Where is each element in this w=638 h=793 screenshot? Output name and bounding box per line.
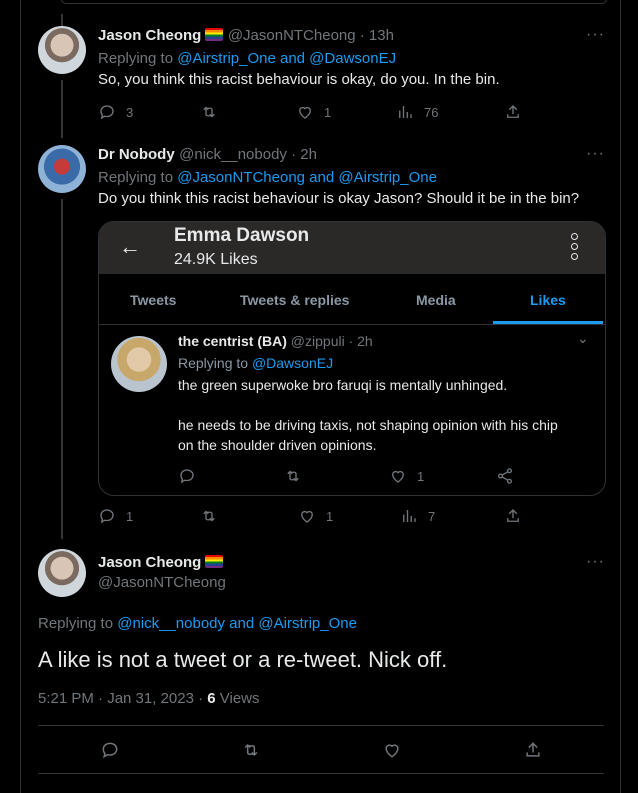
author-name[interactable]: Jason Cheong <box>98 27 201 44</box>
author-name[interactable]: Jason Cheong <box>98 554 201 571</box>
analytics-icon <box>403 510 416 522</box>
embed-tabs: Tweets Tweets & replies Media Likes <box>99 274 605 325</box>
reply-icon <box>100 105 114 120</box>
reply-icon <box>102 742 118 759</box>
like-button[interactable]: 1 <box>296 103 331 121</box>
retweet-icon <box>244 743 258 757</box>
analytics-icon <box>399 106 412 118</box>
thread-line <box>61 14 63 26</box>
tab-tweets-replies: Tweets & replies <box>240 292 350 308</box>
share-nodes-icon <box>497 468 513 484</box>
more-options-icon[interactable]: ··· <box>586 553 605 571</box>
retweet-button[interactable] <box>241 740 261 760</box>
share-button[interactable] <box>504 507 522 525</box>
inner-like: 1 <box>389 467 424 485</box>
tweet-text: Do you think this racist behaviour is ok… <box>98 190 580 207</box>
avatar[interactable] <box>38 549 86 597</box>
retweet-icon <box>203 106 215 118</box>
more-options-icon[interactable]: ··· <box>586 26 605 44</box>
inner-avatar <box>111 336 167 392</box>
attached-screenshot[interactable]: ← Emma Dawson 24.9K Likes Tweets Tweets … <box>98 221 606 496</box>
replying-links[interactable]: @nick__nobody and @Airstrip_One <box>117 615 357 632</box>
author-name[interactable]: Dr Nobody <box>98 146 175 163</box>
avatar[interactable] <box>38 26 86 74</box>
replying-links[interactable]: @Airstrip_One and @DawsonEJ <box>177 50 396 67</box>
inner-like-count: 1 <box>417 468 425 484</box>
reply-count: 3 <box>126 104 134 120</box>
inner-text-line-3: on the shoulder driven opinions. <box>178 437 377 453</box>
retweet-button[interactable] <box>200 507 218 525</box>
reply-button[interactable]: 3 <box>98 103 133 121</box>
share-button[interactable] <box>523 740 543 760</box>
heart-icon <box>392 470 404 483</box>
more-options-icon[interactable]: ··· <box>586 145 605 163</box>
author-handle[interactable]: @nick__nobody · 2h <box>179 146 317 163</box>
like-count: 1 <box>326 508 334 524</box>
replying-links[interactable]: @JasonNTCheong and @Airstrip_One <box>177 169 437 186</box>
like-button[interactable] <box>382 740 402 760</box>
views-count: 6 <box>207 690 216 707</box>
retweet-button[interactable] <box>200 103 218 121</box>
inner-author-handle: @zippuli · 2h <box>290 333 373 349</box>
kebab-menu-icon <box>571 233 578 260</box>
share-icon <box>526 742 540 757</box>
inner-replying-link: @DawsonEJ <box>251 355 334 371</box>
views-button[interactable]: 7 <box>400 507 435 525</box>
like-count: 1 <box>324 104 332 120</box>
views-button[interactable]: 76 <box>396 103 438 121</box>
tweet-text: A like is not a tweet or a re-tweet. Nic… <box>38 647 448 672</box>
views-label: Views <box>215 690 260 707</box>
like-button[interactable]: 1 <box>298 507 333 525</box>
profile-name: Emma Dawson <box>174 225 310 246</box>
heart-icon <box>385 744 399 758</box>
author-handle[interactable]: @JasonNTCheong · 13h <box>228 27 394 44</box>
reply-icon <box>100 509 114 524</box>
tab-media: Media <box>416 292 456 308</box>
rainbow-flag-icon <box>205 28 224 41</box>
retweet-icon <box>203 510 215 522</box>
previous-card-edge <box>60 0 608 4</box>
timestamp[interactable]: 5:21 PM · Jan 31, 2023 · <box>38 690 207 707</box>
reply-count: 1 <box>126 508 134 524</box>
tab-likes: Likes <box>530 292 566 308</box>
active-tab-indicator <box>493 321 603 324</box>
reply-button[interactable]: 1 <box>98 507 133 525</box>
heart-icon <box>301 510 313 523</box>
heart-icon <box>299 106 311 119</box>
inner-text-line-2: he needs to be driving taxis, not shapin… <box>178 417 558 433</box>
thread-line <box>61 80 63 138</box>
tweet-text: So, you think this racist behaviour is o… <box>98 71 500 88</box>
inner-replying-label: Replying to <box>178 355 252 371</box>
rainbow-flag-icon <box>205 555 224 568</box>
author-handle[interactable]: @JasonNTCheong <box>98 574 226 591</box>
reply-icon <box>180 469 194 484</box>
tweet-meta: 5:21 PM · Jan 31, 2023 · 6 Views <box>38 690 260 707</box>
inner-retweet <box>284 467 302 485</box>
profile-likes-count: 24.9K Likes <box>174 251 258 268</box>
right-column-border <box>620 0 621 793</box>
tab-tweets: Tweets <box>130 292 177 308</box>
share-icon <box>507 105 519 118</box>
reply-button[interactable] <box>100 740 120 760</box>
inner-text-line-1: the green superwoke bro faruqi is mental… <box>178 377 508 393</box>
share-button[interactable] <box>504 103 522 121</box>
divider <box>38 773 604 774</box>
thread-line <box>61 199 63 539</box>
retweet-icon <box>287 470 299 482</box>
inner-share <box>496 467 514 485</box>
replying-label: Replying to <box>38 615 118 632</box>
left-column-border <box>20 0 21 793</box>
divider <box>38 725 604 726</box>
replying-label: Replying to <box>98 50 178 67</box>
back-arrow-icon: ← <box>119 234 141 259</box>
views-count: 76 <box>424 104 439 120</box>
share-icon <box>507 509 519 522</box>
inner-reply <box>178 467 196 485</box>
avatar[interactable] <box>38 145 86 193</box>
inner-author-name: the centrist (BA) <box>178 333 287 349</box>
chevron-down-icon: ⌄ <box>577 330 589 346</box>
views-count: 7 <box>428 508 436 524</box>
replying-label: Replying to <box>98 169 178 186</box>
embed-header: ← Emma Dawson 24.9K Likes <box>99 222 605 274</box>
